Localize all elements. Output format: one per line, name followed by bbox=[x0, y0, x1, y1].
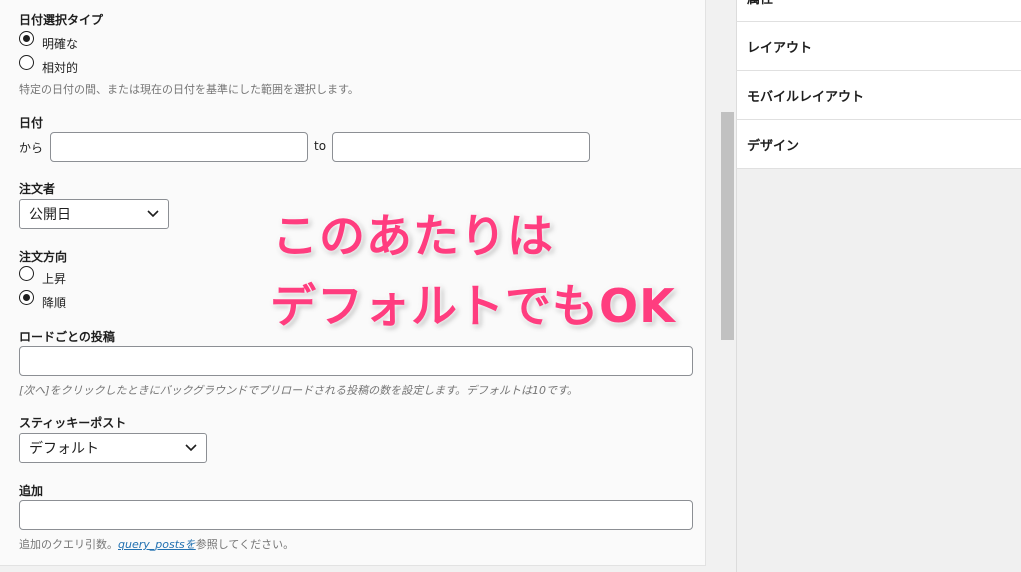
sidebar-item-design[interactable]: デザイン bbox=[736, 120, 1021, 169]
order-option-asc[interactable]: 上昇 bbox=[42, 270, 66, 287]
sidebar-item-label: 属性 bbox=[747, 0, 773, 7]
sticky-select-value: デフォルト bbox=[29, 441, 99, 457]
additional-help-prefix: 追加のクエリ引数。 bbox=[19, 538, 118, 551]
orderby-label: 注文者 bbox=[19, 182, 56, 196]
sidebar-item-label: レイアウト bbox=[747, 40, 813, 56]
date-to-label: to bbox=[314, 139, 327, 153]
scrollbar-thumb[interactable] bbox=[721, 112, 734, 340]
preload-label: ロードごとの投稿 bbox=[19, 330, 115, 344]
chevron-down-icon bbox=[185, 444, 197, 452]
additional-help: 追加のクエリ引数。query_postsを参照してください。 bbox=[19, 536, 294, 552]
sidebar-item-label: デザイン bbox=[747, 138, 800, 154]
order-option-desc[interactable]: 降順 bbox=[42, 294, 66, 311]
order-radio-asc[interactable] bbox=[19, 266, 34, 281]
additional-input[interactable] bbox=[19, 500, 693, 530]
sidebar-item-mobile-layout[interactable]: モバイルレイアウト bbox=[736, 71, 1021, 120]
additional-label: 追加 bbox=[19, 484, 44, 498]
additional-help-suffix: 参照してください。 bbox=[195, 538, 295, 551]
date-type-option-relative[interactable]: 相対的 bbox=[42, 59, 78, 76]
chevron-down-icon bbox=[147, 210, 159, 218]
date-type-option-absolute[interactable]: 明確な bbox=[42, 35, 78, 52]
sidebar-item-attributes[interactable]: 属性 bbox=[736, 0, 1021, 22]
orderby-select-value: 公開日 bbox=[29, 207, 71, 223]
date-type-radio-relative[interactable] bbox=[19, 55, 34, 70]
sidebar-item-label: モバイルレイアウト bbox=[747, 89, 865, 105]
order-label: 注文方向 bbox=[19, 250, 68, 264]
date-label: 日付 bbox=[19, 116, 44, 130]
date-type-radio-absolute[interactable] bbox=[19, 31, 34, 46]
date-to-input[interactable] bbox=[332, 132, 590, 162]
preload-input[interactable] bbox=[19, 346, 693, 376]
annotation-line-1: このあたりは bbox=[272, 209, 554, 263]
sidebar-item-layout[interactable]: レイアウト bbox=[736, 22, 1021, 71]
date-type-help: 特定の日付の間、または現在の日付を基準にした範囲を選択します。 bbox=[19, 83, 359, 96]
date-from-label: から bbox=[19, 141, 44, 155]
preload-help: [次へ]をクリックしたときにバックグラウンドでプリロードされる投稿の数を設定しま… bbox=[19, 384, 578, 397]
sticky-select[interactable]: デフォルト bbox=[19, 433, 207, 463]
sticky-label: スティッキーポスト bbox=[19, 416, 127, 430]
order-radio-desc[interactable] bbox=[19, 290, 34, 305]
query-posts-link[interactable]: query_postsを bbox=[118, 538, 196, 551]
date-from-input[interactable] bbox=[50, 132, 308, 162]
annotation-line-2: デフォルトでもOK bbox=[270, 279, 676, 333]
orderby-select[interactable]: 公開日 bbox=[19, 199, 169, 229]
date-type-label: 日付選択タイプ bbox=[19, 13, 104, 27]
